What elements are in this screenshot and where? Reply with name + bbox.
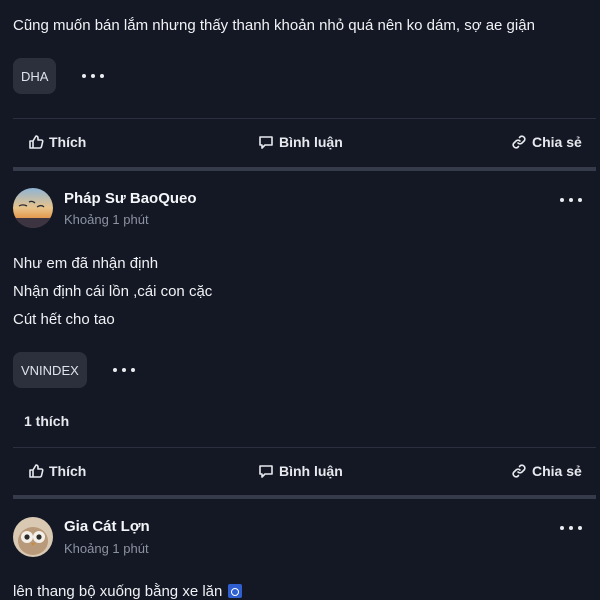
dot-icon [82,74,86,78]
dot-icon [100,74,104,78]
post-separator [13,495,596,499]
post-time[interactable]: Khoảng 1 phút [64,212,149,227]
like-count[interactable]: 1 thích [24,413,69,429]
more-options-button[interactable] [113,365,135,375]
comment-button[interactable]: Bình luận [258,463,343,479]
post-line: Như em đã nhận định [13,255,159,272]
share-button[interactable]: Chia sẻ [511,463,582,479]
author-name[interactable]: Pháp Sư BaoQueo [64,190,197,207]
share-label: Chia sẻ [532,134,582,150]
like-button[interactable]: Thích [28,463,86,479]
owl-avatar-image [13,517,53,557]
author-name[interactable]: Gia Cát Lợn [64,518,150,535]
post-line: Cút hết cho tao [13,311,115,328]
link-icon [512,464,526,478]
divider [13,118,596,119]
stock-tag-dha[interactable]: DHA [13,58,57,94]
divider [13,447,596,448]
sunset-avatar-image [13,188,53,228]
dot-icon [560,526,564,530]
post-line: Nhận định cái lồn ,cái con cặc [13,283,213,300]
more-options-button[interactable] [82,71,104,81]
avatar[interactable] [13,517,53,557]
post-separator [13,167,596,171]
dot-icon [113,368,117,372]
thumbs-up-icon [29,464,44,478]
comment-label: Bình luận [279,463,343,479]
dot-icon [569,198,573,202]
dot-icon [91,74,95,78]
post-line-text: lên thang bộ xuống bằng xe lăn [13,583,223,600]
comment-icon [259,136,273,149]
dot-icon [578,198,582,202]
dot-icon [560,198,564,202]
link-icon [512,135,526,149]
post-menu-button[interactable] [560,195,582,205]
post-time[interactable]: Khoảng 1 phút [64,541,149,556]
post-menu-button[interactable] [560,523,582,533]
share-label: Chia sẻ [532,463,582,479]
like-button[interactable]: Thích [28,134,86,150]
comment-label: Bình luận [279,134,343,150]
dot-icon [122,368,126,372]
stock-tag-vnindex[interactable]: VNINDEX [13,352,87,388]
post-line: lên thang bộ xuống bằng xe lăn [13,583,243,600]
like-label: Thích [49,463,87,479]
share-button[interactable]: Chia sẻ [511,134,582,150]
post-text: Cũng muốn bán lắm nhưng thấy thanh khoản… [13,17,535,34]
comment-button[interactable]: Bình luận [258,134,343,150]
thumbs-up-icon [29,135,44,149]
wheelchair-emoji-icon [228,584,243,598]
like-label: Thích [49,134,87,150]
dot-icon [578,526,582,530]
dot-icon [131,368,135,372]
avatar[interactable] [13,188,53,228]
comment-icon [259,465,273,478]
dot-icon [569,526,573,530]
